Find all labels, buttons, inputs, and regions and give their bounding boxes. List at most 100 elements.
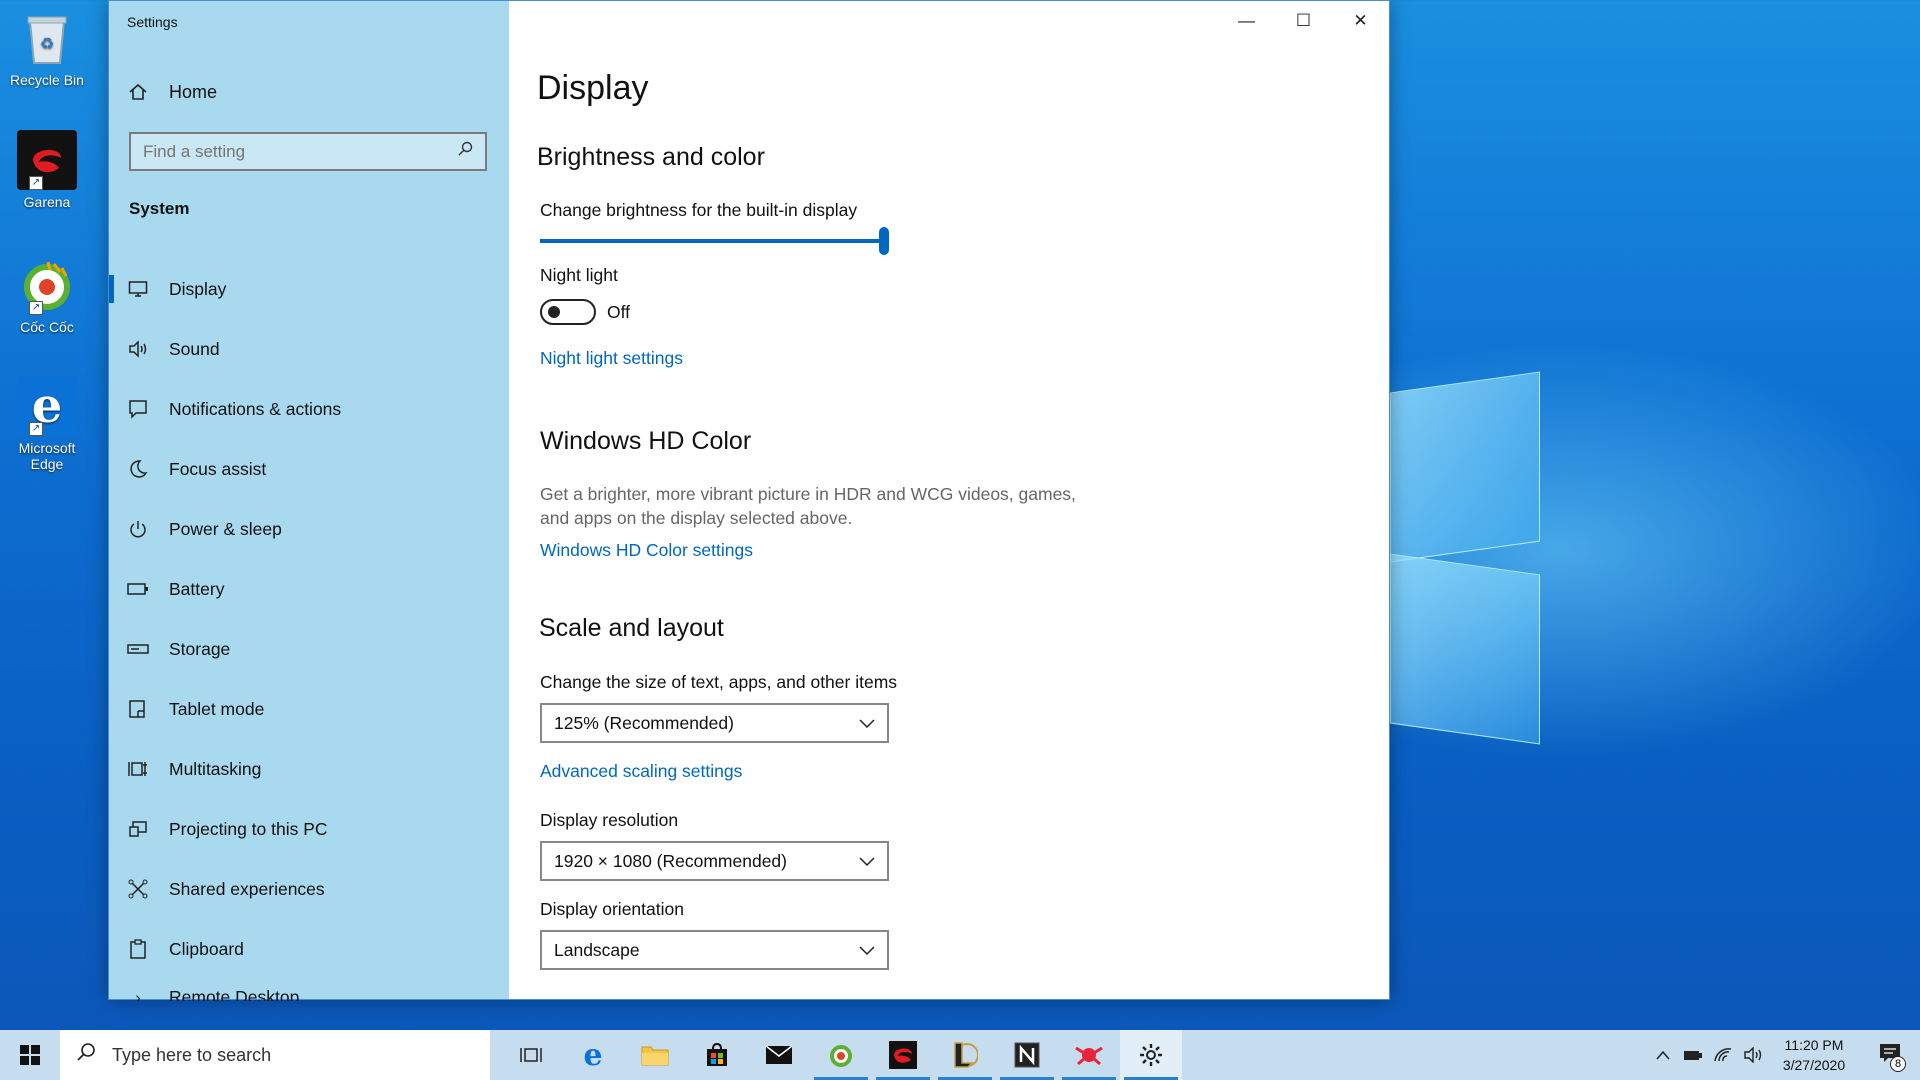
scale-size-value: 125% (Recommended) bbox=[554, 712, 734, 733]
sidebar-item-label: Power & sleep bbox=[169, 518, 282, 539]
sidebar-item-projecting[interactable]: Projecting to this PC bbox=[109, 799, 509, 859]
power-icon bbox=[127, 518, 149, 540]
tablet-icon bbox=[127, 698, 149, 720]
chevron-up-icon[interactable] bbox=[1648, 1030, 1678, 1080]
sidebar-item-label: Multitasking bbox=[169, 758, 262, 779]
orientation-value: Landscape bbox=[554, 939, 640, 960]
hdr-description: Get a brighter, more vibrant picture in … bbox=[540, 484, 1076, 528]
monitor-icon bbox=[127, 278, 149, 300]
display-settings-content: Display Brightness and color Change brig… bbox=[537, 1, 1377, 999]
sidebar-item-focus-assist[interactable]: Focus assist bbox=[109, 439, 509, 499]
taskbar-search-placeholder: Type here to search bbox=[112, 1044, 272, 1065]
sidebar-item-label: Focus assist bbox=[169, 458, 267, 479]
desktop-icon-garena[interactable]: ↗ Garena bbox=[4, 130, 90, 210]
task-view-icon[interactable] bbox=[500, 1030, 562, 1080]
scale-size-label: Change the size of text, apps, and other… bbox=[540, 672, 898, 692]
recycle-bin-icon: ♻ bbox=[17, 8, 77, 68]
desktop-icon-edge[interactable]: e ↗ Microsoft Edge bbox=[4, 376, 90, 472]
resolution-label: Display resolution bbox=[540, 810, 679, 830]
coccoc-taskbar-icon[interactable] bbox=[810, 1030, 872, 1080]
start-button[interactable] bbox=[0, 1030, 60, 1080]
toggle-knob bbox=[548, 306, 560, 318]
sidebar-item-label: Display bbox=[169, 278, 227, 299]
edge-icon[interactable]: e bbox=[562, 1030, 624, 1080]
system-tray: 11:20 PM 3/27/2020 8 bbox=[1648, 1030, 1920, 1080]
home-nav-item[interactable]: Home bbox=[127, 81, 217, 103]
league-taskbar-icon[interactable] bbox=[934, 1030, 996, 1080]
sidebar-item-label: Shared experiences bbox=[169, 878, 325, 899]
brightness-heading: Brightness and color bbox=[537, 143, 765, 171]
scale-size-dropdown[interactable]: 125% (Recommended) bbox=[540, 703, 889, 743]
night-light-settings-link[interactable]: Night light settings bbox=[540, 348, 683, 369]
app-red-taskbar-icon[interactable] bbox=[1058, 1030, 1120, 1080]
resolution-value: 1920 × 1080 (Recommended) bbox=[554, 850, 787, 871]
sidebar-item-tablet-mode[interactable]: Tablet mode bbox=[109, 679, 509, 739]
sidebar-item-sound[interactable]: Sound bbox=[109, 319, 509, 379]
search-icon bbox=[457, 141, 473, 162]
settings-search-box[interactable] bbox=[129, 132, 487, 171]
clock-time: 11:20 PM bbox=[1784, 1037, 1844, 1053]
sidebar-item-label: Remote Desktop bbox=[169, 987, 300, 1001]
desktop-icon-recycle-bin[interactable]: ♻ Recycle Bin bbox=[4, 8, 90, 88]
sidebar-item-display[interactable]: Display bbox=[109, 259, 509, 319]
home-icon bbox=[127, 81, 149, 103]
windows-start-icon bbox=[20, 1045, 40, 1065]
chevron-down-icon bbox=[859, 940, 875, 961]
taskbar-search-box[interactable]: Type here to search bbox=[60, 1030, 490, 1080]
volume-icon[interactable] bbox=[1738, 1030, 1768, 1080]
notion-taskbar-icon[interactable] bbox=[996, 1030, 1058, 1080]
taskbar: Type here to search e 11:20 PM 3/27/2020… bbox=[0, 1030, 1920, 1080]
sidebar-item-label: Notifications & actions bbox=[169, 398, 342, 419]
sidebar-item-multitasking[interactable]: Multitasking bbox=[109, 739, 509, 799]
garena-icon: ↗ bbox=[17, 130, 77, 190]
windows-logo-wallpaper bbox=[1390, 371, 1540, 745]
svg-text:♻: ♻ bbox=[40, 36, 54, 53]
settings-window: Settings Home System Display Sound bbox=[108, 0, 1390, 1001]
home-label: Home bbox=[169, 81, 218, 102]
sidebar-item-clipboard[interactable]: Clipboard bbox=[109, 919, 509, 979]
battery-icon bbox=[127, 578, 149, 600]
file-explorer-icon[interactable] bbox=[624, 1030, 686, 1080]
brightness-slider-track[interactable] bbox=[540, 239, 885, 243]
sidebar-item-power-sleep[interactable]: Power & sleep bbox=[109, 499, 509, 559]
sidebar-section-system: System bbox=[129, 199, 190, 218]
sidebar-item-label: Battery bbox=[169, 578, 225, 599]
battery-tray-icon[interactable] bbox=[1678, 1030, 1708, 1080]
hdr-heading: Windows HD Color bbox=[540, 427, 752, 455]
orientation-dropdown[interactable]: Landscape bbox=[540, 930, 889, 970]
projecting-icon bbox=[127, 818, 149, 840]
resolution-dropdown[interactable]: 1920 × 1080 (Recommended) bbox=[540, 841, 889, 881]
night-light-label: Night light bbox=[540, 265, 618, 285]
chevron-down-icon bbox=[859, 713, 875, 734]
shared-icon bbox=[127, 878, 149, 900]
sidebar-item-shared-experiences[interactable]: Shared experiences bbox=[109, 859, 509, 919]
taskbar-clock[interactable]: 11:20 PM 3/27/2020 bbox=[1768, 1035, 1860, 1075]
settings-gear-icon[interactable] bbox=[1120, 1030, 1182, 1080]
edge-icon: e ↗ bbox=[17, 376, 77, 436]
moon-icon bbox=[127, 458, 149, 480]
desktop-icon-coccoc[interactable]: ↗ Cốc Cốc bbox=[4, 255, 90, 335]
remote-desktop-icon: › bbox=[135, 988, 141, 1001]
wifi-icon[interactable] bbox=[1708, 1030, 1738, 1080]
action-center-button[interactable]: 8 bbox=[1860, 1030, 1920, 1080]
scale-heading: Scale and layout bbox=[539, 614, 724, 642]
chevron-down-icon bbox=[859, 851, 875, 872]
window-title: Settings bbox=[127, 14, 178, 30]
store-icon[interactable] bbox=[686, 1030, 748, 1080]
night-light-toggle[interactable] bbox=[540, 299, 596, 325]
settings-search-input[interactable] bbox=[143, 141, 443, 162]
mail-icon[interactable] bbox=[748, 1030, 810, 1080]
sidebar-item-notifications[interactable]: Notifications & actions bbox=[109, 379, 509, 439]
notification-count-badge: 8 bbox=[1890, 1056, 1906, 1072]
garena-taskbar-icon[interactable] bbox=[872, 1030, 934, 1080]
hdr-settings-link[interactable]: Windows HD Color settings bbox=[540, 540, 753, 561]
sidebar-item-label: Storage bbox=[169, 638, 231, 659]
sidebar-item-battery[interactable]: Battery bbox=[109, 559, 509, 619]
advanced-scaling-link[interactable]: Advanced scaling settings bbox=[540, 761, 742, 782]
brightness-slider-thumb[interactable] bbox=[879, 227, 889, 255]
sidebar-item-remote-desktop[interactable]: › Remote Desktop bbox=[109, 979, 509, 1001]
brightness-slider-label: Change brightness for the built-in displ… bbox=[540, 200, 858, 220]
sidebar-item-label: Tablet mode bbox=[169, 698, 265, 719]
clipboard-icon bbox=[127, 938, 149, 960]
sidebar-item-storage[interactable]: Storage bbox=[109, 619, 509, 679]
